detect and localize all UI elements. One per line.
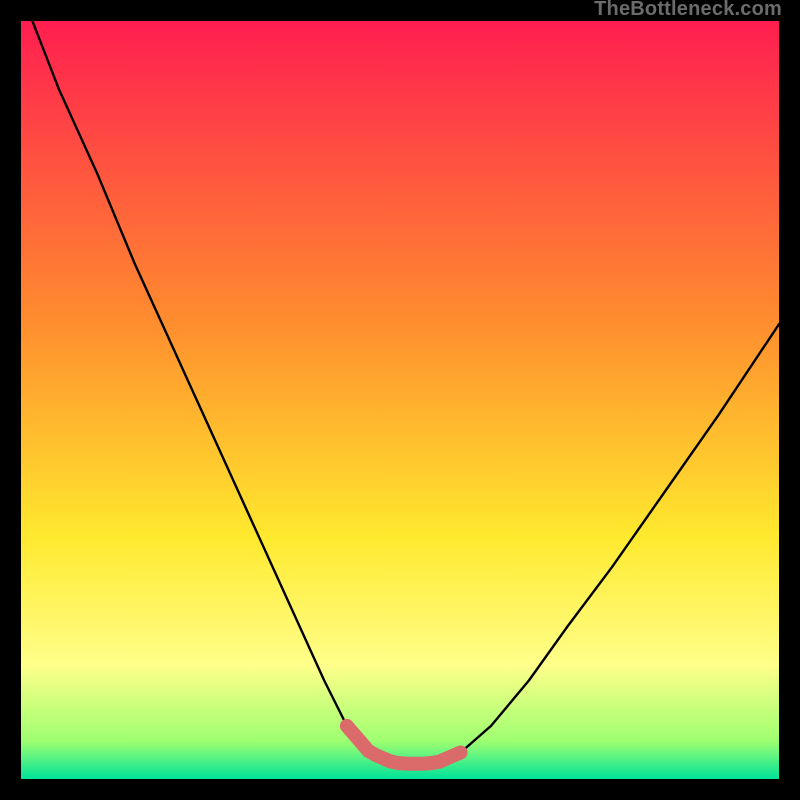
plot-svg	[21, 21, 779, 779]
gradient-background	[21, 21, 779, 779]
plot-area	[21, 21, 779, 779]
chart-frame: TheBottleneck.com	[0, 0, 800, 800]
watermark-text: TheBottleneck.com	[594, 0, 782, 21]
